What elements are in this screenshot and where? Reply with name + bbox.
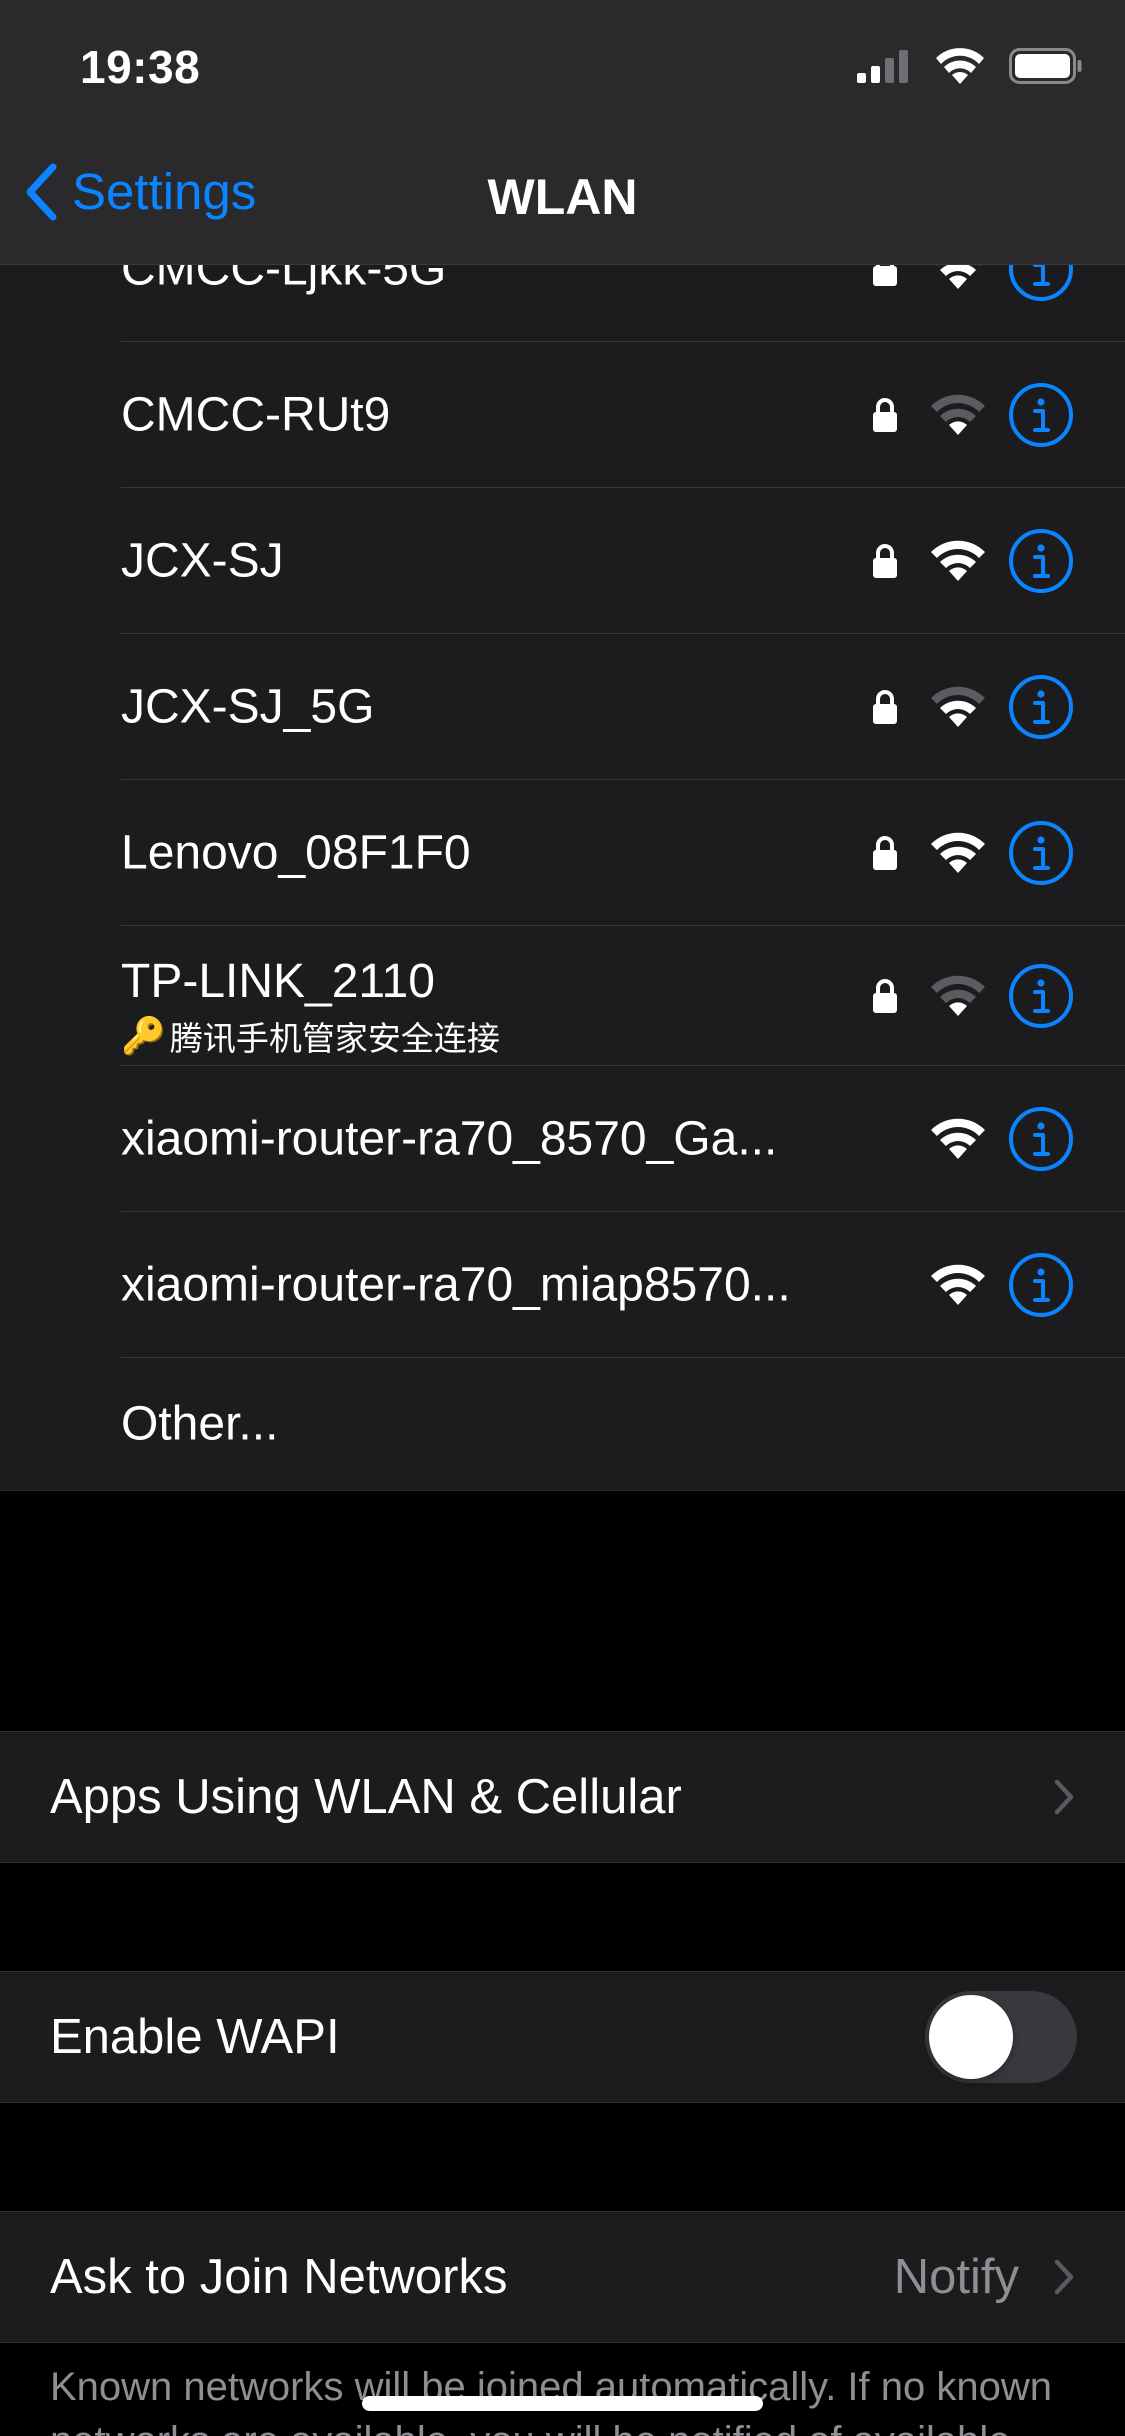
network-row[interactable]: CMCC-RUt9 (0, 342, 1125, 488)
lock-icon (873, 690, 897, 724)
apps-using-wlan-label: Apps Using WLAN & Cellular (50, 1770, 682, 1824)
network-row[interactable]: Lenovo_08F1F0 (0, 780, 1125, 926)
key-icon: 🔑 (121, 1015, 166, 1056)
wlan-settings-screen: CMCC-LjkkCMCC-Ljkk-5GCMCC-RUt9JCX-SJJCX-… (0, 0, 1125, 2436)
network-row[interactable]: xiaomi-router-ra70_miap8570... (0, 1212, 1125, 1358)
network-name: xiaomi-router-ra70_8570_Ga... (121, 1112, 778, 1166)
chevron-right-icon (1054, 2259, 1074, 2295)
info-icon[interactable] (1008, 820, 1074, 886)
info-icon[interactable] (1008, 963, 1074, 1029)
ask-to-join-value: Notify (893, 2250, 1019, 2304)
network-name: JCX-SJ (121, 534, 284, 588)
enable-wapi-toggle[interactable] (925, 1991, 1077, 2083)
lock-icon (873, 979, 897, 1013)
network-name: CMCC-RUt9 (121, 388, 391, 442)
lock-icon (873, 836, 897, 870)
wifi-signal-icon (931, 1118, 985, 1159)
info-icon[interactable] (1008, 382, 1074, 448)
network-row[interactable]: JCX-SJ_5G (0, 634, 1125, 780)
enable-wapi-label: Enable WAPI (50, 2010, 340, 2064)
page-title: WLAN (487, 169, 638, 225)
info-icon[interactable] (1008, 528, 1074, 594)
wifi-signal-icon (931, 394, 985, 435)
network-subtitle-text: 腾讯手机管家安全连接 (169, 1020, 500, 1057)
apps-using-wlan-row[interactable]: Apps Using WLAN & Cellular (0, 1732, 1125, 1862)
network-name: Lenovo_08F1F0 (121, 826, 471, 880)
top-bar: 19:38 Settings WLAN (0, 0, 1125, 265)
other-network-label: Other... (121, 1397, 279, 1451)
wifi-signal-icon (931, 1264, 985, 1305)
network-name: xiaomi-router-ra70_miap8570... (121, 1258, 791, 1312)
wapi-group: Enable WAPI (0, 1971, 1125, 2103)
wifi-signal-icon (931, 832, 985, 873)
chevron-right-icon (1054, 1779, 1074, 1815)
network-subtitle: 🔑 腾讯手机管家安全连接 (121, 1012, 500, 1060)
status-time: 19:38 (80, 41, 201, 93)
lock-icon (873, 544, 897, 578)
apps-group: Apps Using WLAN & Cellular (0, 1731, 1125, 1863)
wifi-signal-icon (931, 686, 985, 727)
wifi-signal-icon (931, 975, 985, 1016)
network-name: JCX-SJ_5G (121, 680, 375, 734)
home-indicator (362, 2396, 763, 2411)
lock-icon (873, 398, 897, 432)
ask-to-join-label: Ask to Join Networks (50, 2250, 508, 2304)
enable-wapi-row: Enable WAPI (0, 1972, 1125, 2102)
info-icon[interactable] (1008, 1106, 1074, 1172)
toggle-knob (929, 1995, 1013, 2079)
ask-to-join-row[interactable]: Ask to Join Networks Notify (0, 2212, 1125, 2342)
network-list: CMCC-LjkkCMCC-Ljkk-5GCMCC-RUt9JCX-SJJCX-… (0, 91, 1125, 1491)
info-icon[interactable] (1008, 674, 1074, 740)
status-icons (857, 48, 1083, 84)
network-row[interactable]: xiaomi-router-ra70_8570_Ga... (0, 1066, 1125, 1212)
network-name: TP-LINK_2110 (121, 955, 435, 1008)
network-row[interactable]: TP-LINK_2110 🔑 腾讯手机管家安全连接 (0, 926, 1125, 1066)
cellular-signal-icon (857, 50, 908, 83)
wifi-icon (936, 48, 984, 84)
info-icon[interactable] (1008, 1252, 1074, 1318)
ask-join-group: Ask to Join Networks Notify (0, 2211, 1125, 2343)
battery-icon (1009, 48, 1082, 84)
network-row[interactable]: JCX-SJ (0, 488, 1125, 634)
wifi-signal-icon (931, 540, 985, 581)
other-network-row[interactable]: Other... (0, 1358, 1125, 1490)
